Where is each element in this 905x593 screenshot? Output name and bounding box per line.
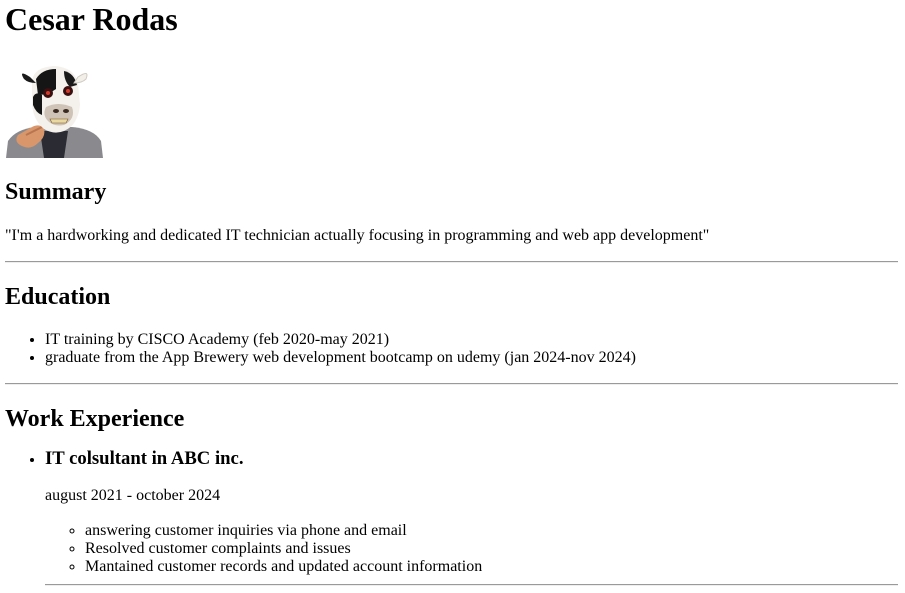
education-list: IT training by CISCO Academy (feb 2020-m… xyxy=(5,331,898,367)
education-item: IT training by CISCO Academy (feb 2020-m… xyxy=(45,331,898,349)
summary-heading: Summary xyxy=(5,179,107,205)
job-item: IT colsultant in ABC inc. august 2021 - … xyxy=(45,448,898,586)
duty-item: Resolved customer complaints and issues xyxy=(85,540,898,558)
duty-item: Mantained customer records and updated a… xyxy=(85,558,898,576)
duty-item: answering customer inquiries via phone a… xyxy=(85,522,898,540)
job-list: IT colsultant in ABC inc. august 2021 - … xyxy=(5,448,898,586)
avatar xyxy=(6,66,103,158)
divider xyxy=(45,584,898,586)
job-dates: august 2021 - october 2024 xyxy=(45,487,221,504)
divider xyxy=(5,261,898,263)
education-item: graduate from the App Brewery web develo… xyxy=(45,349,898,367)
work-experience-heading: Work Experience xyxy=(5,406,185,432)
summary-text: "I'm a hardworking and dedicated IT tech… xyxy=(5,227,710,244)
page-title: Cesar Rodas xyxy=(5,1,178,37)
resume-page: Cesar Rodas Summary "I'm a hardworking a… xyxy=(0,0,905,593)
job-title: IT colsultant in ABC inc. xyxy=(45,448,244,469)
divider xyxy=(5,383,898,385)
education-heading: Education xyxy=(5,284,111,310)
duty-list: answering customer inquiries via phone a… xyxy=(45,522,898,576)
